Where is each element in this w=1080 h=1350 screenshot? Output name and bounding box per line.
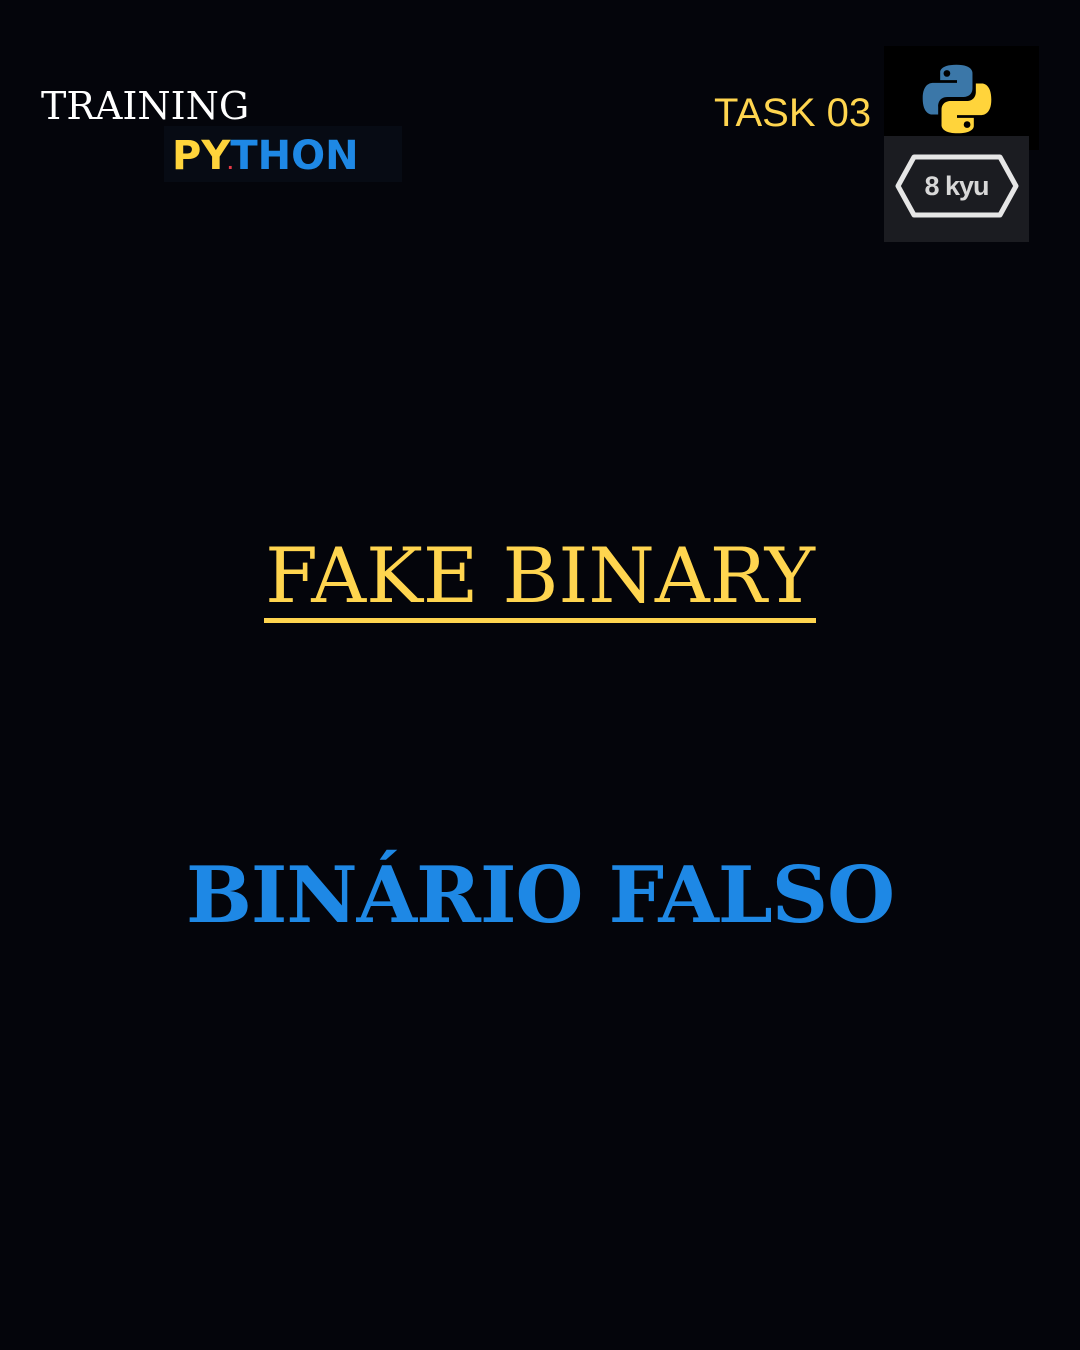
title-portuguese: BINÁRIO FALSO — [185, 850, 895, 941]
brand-python-wordmark: PY.THON — [172, 132, 359, 188]
title-english-text: FAKE BINARY — [264, 534, 816, 623]
page: TRAINING PY.THON TASK 03 8 kyu FAKE BINA… — [0, 0, 1080, 1350]
task-label: TASK 03 — [714, 91, 872, 135]
brand-python-py: PY — [172, 133, 231, 179]
kyu-rank-badge: 8 kyu — [884, 136, 1029, 242]
python-logo-icon — [922, 64, 992, 134]
kyu-rank-label: 8 kyu — [924, 171, 989, 201]
python-logo-tile — [884, 46, 1039, 150]
brand-training-text: TRAINING — [41, 84, 250, 128]
brand-python-thon: THON — [230, 133, 359, 179]
title-english: FAKE BINARY — [0, 530, 1080, 623]
